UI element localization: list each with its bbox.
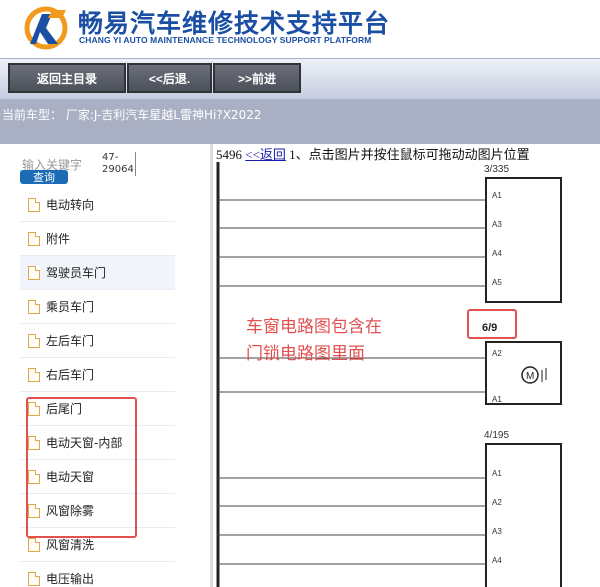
document-icon: [28, 265, 40, 280]
document-icon: [28, 367, 40, 382]
sidebar-item[interactable]: 电压输出: [20, 562, 175, 587]
connector-2-label: 6/9: [482, 322, 497, 334]
pin-label: A2: [492, 349, 502, 358]
motor-symbol: M: [526, 371, 534, 382]
app-header: 畅易汽车维修技术支持平台 CHANG YI AUTO MAINTENANCE T…: [0, 0, 600, 58]
toolbar: 返回主目录 <<后退. >>前进: [0, 58, 600, 100]
pin-label: A3: [492, 220, 502, 229]
search-value-line-1: 47-: [102, 152, 119, 163]
path-id: 5496: [216, 147, 242, 162]
annotation-line-2: 门锁电路图里面: [246, 344, 365, 364]
sidebar-item-label: 附件: [46, 232, 71, 246]
sidebar-item-label: 右后车门: [46, 368, 95, 382]
diagram-panel: 5496 <<返回 1、点击图片并按住鼠标可拖动动图片位置 3/335 A1 A…: [216, 144, 600, 587]
document-icon: [28, 571, 40, 586]
sidebar-item[interactable]: 电动转向: [20, 188, 175, 222]
sidebar-item-label: 驾驶员车门: [46, 266, 107, 280]
sidebar-item[interactable]: 左后车门: [20, 324, 175, 358]
sidebar-item[interactable]: 附件: [20, 222, 175, 256]
annotation-line-1: 车窗电路图包含在: [246, 317, 382, 337]
search-result-code: 47- 29064: [102, 152, 136, 176]
sidebar-item-label: 风窗清洗: [46, 538, 95, 552]
brand-logo-icon: [24, 6, 68, 50]
instruction-text: 1、点击图片并按住鼠标可拖动动图片位置: [289, 147, 530, 162]
wiring-diagram[interactable]: 3/335 A1 A3 A4 A5 6/9 A2 A1 M 车窗电路图包含在 门…: [216, 162, 600, 587]
pin-label: A1: [492, 191, 502, 200]
home-button[interactable]: 返回主目录: [8, 63, 126, 93]
sidebar-item[interactable]: 驾驶员车门: [20, 256, 175, 290]
vehicle-bar: 当前车型： 厂家:J-吉利汽车星越L雷神Hi?X2022: [0, 100, 600, 144]
pin-label: A4: [492, 249, 502, 258]
back-link[interactable]: <<返回: [245, 147, 286, 162]
sidebar-item[interactable]: 乘员车门: [20, 290, 175, 324]
pin-label: A2: [492, 498, 502, 507]
connector-3-label: 4/195: [484, 430, 509, 441]
sidebar-item-label: 左后车门: [46, 334, 95, 348]
current-vehicle: 当前车型： 厂家:J-吉利汽车星越L雷神Hi?X2022: [2, 108, 262, 122]
pin-label: A1: [492, 469, 502, 478]
search-button[interactable]: 查询: [20, 170, 68, 184]
pin-label: A5: [492, 278, 502, 287]
door-items-highlight: [26, 397, 137, 538]
sidebar: 输入关键字 47- 29064 查询 电动转向 附件 驾驶员车门 乘员车门 左后…: [0, 144, 213, 587]
brand-subtitle: CHANG YI AUTO MAINTENANCE TECHNOLOGY SUP…: [79, 35, 372, 45]
document-icon: [28, 231, 40, 246]
sidebar-item-label: 电动转向: [46, 198, 95, 212]
connector-1-label: 3/335: [484, 164, 509, 175]
search-value-line-2: 29064: [102, 164, 134, 175]
pin-label: A4: [492, 556, 502, 565]
document-icon: [28, 299, 40, 314]
pin-label: A3: [492, 527, 502, 536]
back-button[interactable]: <<后退.: [127, 63, 212, 93]
document-icon: [28, 537, 40, 552]
connector-3-box: [485, 443, 562, 587]
forward-button[interactable]: >>前进: [213, 63, 301, 93]
pin-label: A1: [492, 395, 502, 404]
document-icon: [28, 197, 40, 212]
sidebar-item[interactable]: 右后车门: [20, 358, 175, 392]
path-bar: 5496 <<返回 1、点击图片并按住鼠标可拖动动图片位置: [216, 144, 600, 162]
sidebar-item-label: 乘员车门: [46, 300, 95, 314]
document-icon: [28, 333, 40, 348]
sidebar-item-label: 电压输出: [46, 572, 95, 586]
